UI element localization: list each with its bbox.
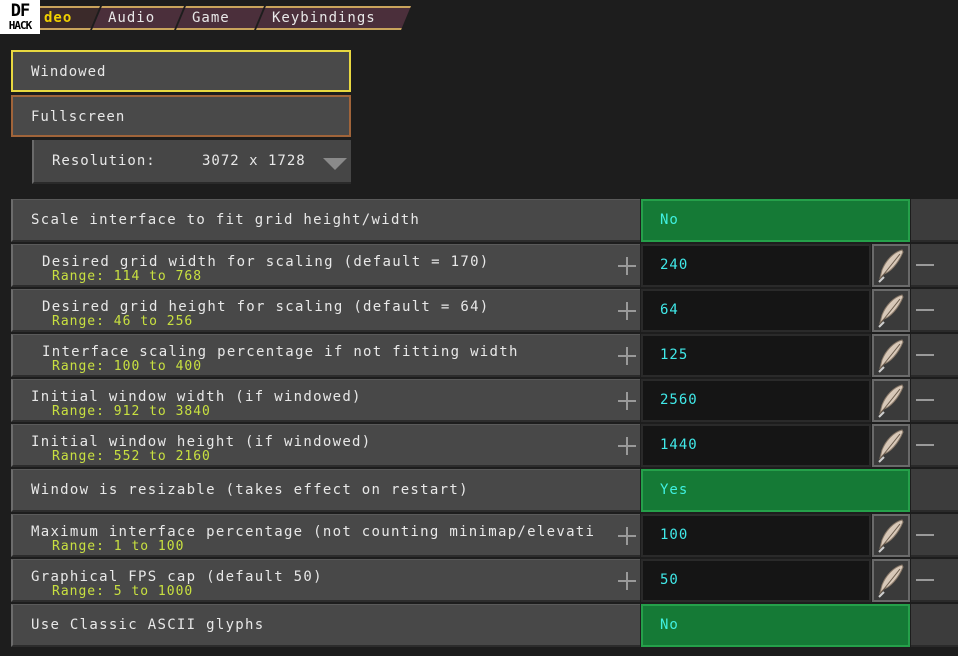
setting-label-box: Scale interface to fit grid height/width	[11, 199, 640, 242]
windowed-label: Windowed	[31, 64, 107, 80]
setting-title: Scale interface to fit grid height/width	[31, 212, 421, 228]
plus-icon[interactable]	[616, 570, 638, 592]
minus-icon[interactable]	[916, 444, 934, 446]
setting-range: Range: 46 to 256	[52, 314, 194, 329]
scale-interface-toggle[interactable]: No	[641, 199, 910, 242]
plus-icon[interactable]	[616, 345, 638, 367]
setting-row-classic-ascii: Use Classic ASCII glyphs No	[11, 604, 958, 649]
minus-icon[interactable]	[916, 534, 934, 536]
fps-cap-input[interactable]: 50	[641, 559, 871, 602]
setting-range: Range: 114 to 768	[52, 269, 203, 284]
window-resizable-toggle[interactable]: Yes	[641, 469, 910, 512]
setting-row-fps-cap: Graphical FPS cap (default 50) Range: 5 …	[11, 559, 958, 604]
tab-game-label: Game	[192, 10, 230, 26]
setting-row-window-resizable: Window is resizable (takes effect on res…	[11, 469, 958, 514]
window-height-input[interactable]: 1440	[641, 424, 871, 467]
quill-pen-icon[interactable]	[872, 559, 910, 602]
tab-video-label: deo	[44, 10, 73, 26]
fullscreen-button[interactable]: Fullscreen	[11, 95, 351, 137]
setting-label-box: Graphical FPS cap (default 50) Range: 5 …	[11, 559, 640, 602]
setting-title: Desired grid width for scaling (default …	[42, 254, 490, 270]
plus-icon[interactable]	[616, 390, 638, 412]
quill-pen-icon[interactable]	[872, 379, 910, 422]
setting-label-box: Use Classic ASCII glyphs	[11, 604, 640, 647]
setting-label-box: Maximum interface percentage (not counti…	[11, 514, 640, 557]
tab-video[interactable]: deo	[30, 6, 100, 30]
grid-width-input[interactable]: 240	[641, 244, 871, 287]
plus-icon[interactable]	[616, 300, 638, 322]
row-end-cap	[911, 604, 958, 647]
windowed-button[interactable]: Windowed	[11, 50, 351, 92]
grid-height-input[interactable]: 64	[641, 289, 871, 332]
setting-row-window-height: Initial window height (if windowed) Rang…	[11, 424, 958, 469]
scaling-percentage-input[interactable]: 125	[641, 334, 871, 377]
tab-audio[interactable]: Audio	[92, 6, 184, 30]
quill-pen-icon[interactable]	[872, 514, 910, 557]
setting-label-box: Desired grid height for scaling (default…	[11, 289, 640, 332]
quill-pen-icon[interactable]	[872, 424, 910, 467]
logo-line-2: HACK	[8, 19, 32, 32]
tab-keybindings[interactable]: Keybindings	[256, 6, 411, 30]
minus-icon[interactable]	[916, 399, 934, 401]
setting-range: Range: 552 to 2160	[52, 449, 211, 464]
triangle-down-icon[interactable]	[323, 158, 347, 170]
logo-line-1: DF	[10, 1, 31, 21]
row-end-cap	[911, 469, 958, 512]
setting-label-box: Initial window width (if windowed) Range…	[11, 379, 640, 422]
minus-icon[interactable]	[916, 309, 934, 311]
classic-ascii-toggle[interactable]: No	[641, 604, 910, 647]
resolution-value: 3072 x 1728	[202, 153, 306, 169]
setting-row-max-interface-percentage: Maximum interface percentage (not counti…	[11, 514, 958, 559]
minus-icon[interactable]	[916, 264, 934, 266]
setting-row-grid-width: Desired grid width for scaling (default …	[11, 244, 958, 289]
setting-title: Desired grid height for scaling (default…	[42, 299, 490, 315]
tab-game[interactable]: Game	[176, 6, 264, 30]
plus-icon[interactable]	[616, 525, 638, 547]
setting-row-window-width: Initial window width (if windowed) Range…	[11, 379, 958, 424]
dfhack-logo: DF HACK	[0, 0, 40, 34]
tab-audio-label: Audio	[108, 10, 156, 26]
setting-range: Range: 100 to 400	[52, 359, 203, 374]
setting-range: Range: 1 to 100	[52, 539, 185, 554]
setting-title: Initial window width (if windowed)	[31, 389, 362, 405]
setting-label-box: Initial window height (if windowed) Rang…	[11, 424, 640, 467]
plus-icon[interactable]	[616, 255, 638, 277]
setting-label-box: Window is resizable (takes effect on res…	[11, 469, 640, 512]
setting-title: Maximum interface percentage (not counti…	[31, 524, 596, 540]
minus-icon[interactable]	[916, 354, 934, 356]
setting-title: Use Classic ASCII glyphs	[31, 617, 265, 633]
window-width-input[interactable]: 2560	[641, 379, 871, 422]
resolution-dropdown[interactable]: Resolution: 3072 x 1728	[32, 140, 351, 184]
setting-title: Initial window height (if windowed)	[31, 434, 372, 450]
setting-range: Range: 5 to 1000	[52, 584, 194, 599]
resolution-label: Resolution:	[52, 153, 156, 169]
row-end-cap	[911, 199, 958, 242]
setting-title: Interface scaling percentage if not fitt…	[42, 344, 519, 360]
setting-label-box: Interface scaling percentage if not fitt…	[11, 334, 640, 377]
setting-title: Window is resizable (takes effect on res…	[31, 482, 469, 498]
fullscreen-label: Fullscreen	[31, 109, 126, 125]
quill-pen-icon[interactable]	[872, 244, 910, 287]
settings-list: Scale interface to fit grid height/width…	[11, 199, 958, 649]
minus-icon[interactable]	[916, 579, 934, 581]
max-interface-percentage-input[interactable]: 100	[641, 514, 871, 557]
plus-icon[interactable]	[616, 435, 638, 457]
tab-keybindings-label: Keybindings	[272, 10, 376, 26]
quill-pen-icon[interactable]	[872, 289, 910, 332]
setting-row-scale-interface: Scale interface to fit grid height/width…	[11, 199, 958, 244]
setting-label-box: Desired grid width for scaling (default …	[11, 244, 640, 287]
setting-row-grid-height: Desired grid height for scaling (default…	[11, 289, 958, 334]
setting-title: Graphical FPS cap (default 50)	[31, 569, 323, 585]
setting-range: Range: 912 to 3840	[52, 404, 211, 419]
setting-row-scaling-percentage: Interface scaling percentage if not fitt…	[11, 334, 958, 379]
quill-pen-icon[interactable]	[872, 334, 910, 377]
